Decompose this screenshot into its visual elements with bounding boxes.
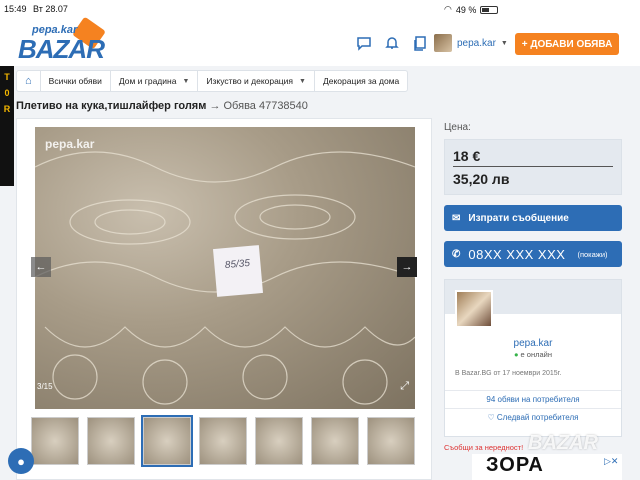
breadcrumb-label: Изкуство и декорация (206, 76, 294, 86)
battery-percent: 49 % (455, 4, 477, 15)
bazar-watermark: BAZAR (528, 432, 598, 454)
listing-title: Плетиво на кука,тишлайфер голям (16, 100, 207, 112)
status-time: 15:49 (4, 4, 27, 14)
breadcrumb-item[interactable]: Изкуство и декорация ▼ (198, 71, 315, 91)
chevron-down-icon: ▼ (500, 39, 508, 47)
envelope-icon: ✉ (452, 212, 461, 224)
battery-icon (480, 5, 499, 14)
breadcrumb: ⌂ Всички обяви Дом и градина ▼ Изкуство и… (16, 70, 409, 92)
thumbnail[interactable] (87, 417, 135, 465)
photo-gallery: pepa.kar 85/35 3/15 ⤢ ← → (16, 118, 432, 480)
follow-label: Следвай потребителя (496, 413, 579, 422)
breadcrumb-item[interactable]: Дом и градина ▼ (111, 71, 199, 91)
seller-ads-link[interactable]: 94 обяви на потребителя (445, 390, 621, 404)
member-since: В Bazar.BG от 17 ноември 2015г. (455, 370, 562, 377)
chat-icon[interactable] (355, 34, 373, 52)
breadcrumb-item[interactable]: Всички обяви (41, 71, 111, 91)
username: pepa.kar (457, 37, 496, 49)
side-ad-glyph: 0 (4, 88, 10, 98)
notification-bell-icon[interactable] (383, 34, 401, 52)
bazar-logo[interactable]: pepa.kar BAZAR (16, 16, 126, 64)
breadcrumb-home[interactable]: ⌂ (17, 71, 41, 91)
photo-counter: 3/15 (37, 382, 53, 391)
zora-ad-banner[interactable]: ЗОРА (472, 454, 622, 480)
price-box: 18 € 35,20 лв (444, 139, 622, 195)
status-bar: 15:49 Вт 28.07 ◠ 49 % (0, 0, 640, 18)
photo-watermark: pepa.kar (45, 137, 95, 151)
send-message-label: Изпрати съобщение (468, 212, 569, 224)
show-phone-label: (покажи) (577, 249, 608, 259)
thumbnail[interactable] (141, 415, 193, 467)
next-photo-button[interactable]: → (397, 257, 417, 277)
cookie-icon: ● (17, 453, 25, 469)
online-status: е онлайн (445, 350, 621, 359)
phone-icon: ✆ (452, 248, 461, 260)
thumbnail-strip (31, 415, 415, 467)
title-arrow: → (209, 100, 221, 112)
follow-seller-button[interactable]: ♡ Следвай потребителя (445, 408, 621, 422)
side-ad-glyph: T (4, 72, 10, 82)
thumbnail[interactable] (367, 417, 415, 465)
page-title: Плетиво на кука,тишлайфер голям → Обява … (16, 100, 308, 112)
status-right: ◠ 49 % (444, 4, 622, 15)
breadcrumb-label: Дом и градина (118, 76, 177, 86)
logo-text: BAZAR (18, 34, 105, 64)
side-ad-glyph: R (3, 104, 11, 114)
prev-photo-button[interactable]: ← (31, 257, 51, 277)
send-message-button[interactable]: ✉ Изпрати съобщение (444, 205, 622, 231)
chevron-down-icon: ▼ (299, 77, 306, 85)
fullscreen-icon[interactable]: ⤢ (400, 380, 409, 393)
side-ad-strip[interactable]: T 0 R (0, 66, 14, 186)
adchoices-icon[interactable]: ▷✕ (604, 456, 618, 467)
user-menu[interactable]: pepa.kar ▼ (434, 34, 508, 52)
thumbnail[interactable] (311, 417, 359, 465)
thumbnail[interactable] (255, 417, 303, 465)
chevron-down-icon: ▼ (182, 77, 190, 85)
header-icons (355, 34, 429, 52)
thumbnail[interactable] (31, 417, 79, 465)
price-eur: 18 € (453, 148, 613, 167)
main-photo[interactable]: pepa.kar 85/35 3/15 ⤢ (35, 127, 415, 409)
arrow-left-icon: ← (35, 261, 47, 273)
add-listing-button[interactable]: + ДОБАВИ ОБЯВА (515, 33, 619, 55)
site-header: pepa.kar BAZAR pepa.kar ▼ + ДОБАВИ ОБЯВА (0, 16, 640, 66)
price-bgn: 35,20 лв (453, 171, 510, 187)
documents-icon[interactable] (411, 34, 429, 52)
wifi-icon: ◠ (444, 4, 452, 14)
seller-avatar[interactable] (455, 290, 493, 328)
arrow-right-icon: → (401, 261, 413, 273)
price-note: 85/35 (212, 245, 264, 297)
listing-sidebar: Цена: 18 € 35,20 лв ✉ Изпрати съобщение … (444, 118, 622, 452)
show-phone-button[interactable]: ✆ 08XX XXX XXX (покажи) (444, 241, 622, 267)
cookie-settings-button[interactable]: ● (8, 448, 34, 474)
home-icon: ⌂ (25, 75, 32, 87)
breadcrumb-item[interactable]: Декорация за дома (315, 71, 407, 91)
breadcrumb-label: Декорация за дома (322, 76, 400, 86)
seller-name[interactable]: pepa.kar (445, 338, 621, 349)
heart-icon: ♡ (487, 413, 495, 422)
thumbnail[interactable] (199, 417, 247, 465)
avatar (434, 34, 452, 52)
phone-number: 08XX XXX XXX (468, 246, 566, 262)
seller-card: pepa.kar е онлайн В Bazar.BG от 17 ноемв… (444, 279, 622, 437)
status-date: Вт 28.07 (33, 4, 68, 14)
breadcrumb-label: Всички обяви (48, 76, 102, 86)
price-label: Цена: (444, 122, 471, 133)
ad-number: Обява 47738540 (223, 100, 308, 112)
